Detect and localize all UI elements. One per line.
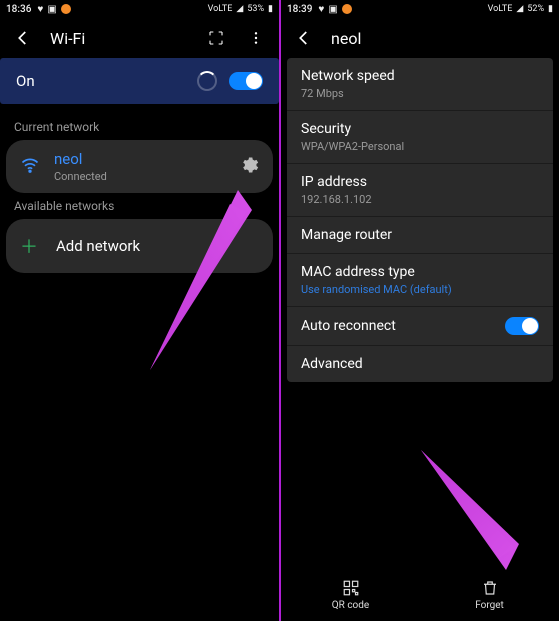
qr-code-label: QR code <box>332 600 369 611</box>
status-left-icons: ♥ ▣ <box>37 4 70 15</box>
detail-key: MAC address type <box>301 264 539 280</box>
scan-button[interactable] <box>203 25 229 51</box>
more-button[interactable] <box>243 25 269 51</box>
chevron-left-icon <box>14 29 32 47</box>
detail-row-speed: Network speed 72 Mbps <box>287 58 553 111</box>
qr-code-button[interactable]: QR code <box>281 569 420 621</box>
network-detail-screen: 18:39 ♥ ▣ VoLTE ◢ 52% ▮ neol Network spe… <box>281 0 559 621</box>
add-network-row[interactable]: ＋ Add network <box>6 219 273 273</box>
back-button[interactable] <box>291 25 317 51</box>
notification-dot-icon <box>342 4 352 14</box>
detail-value: 72 Mbps <box>301 87 539 100</box>
forget-label: Forget <box>475 600 504 611</box>
detail-key: Auto reconnect <box>301 318 493 334</box>
status-time: 18:36 <box>6 4 31 15</box>
detail-row-advanced[interactable]: Advanced <box>287 346 553 382</box>
battery-text: 53% <box>247 4 264 14</box>
auto-reconnect-toggle[interactable] <box>505 317 539 335</box>
scan-icon <box>208 30 224 46</box>
volte-icon: VoLTE <box>208 4 233 14</box>
battery-icon: ▮ <box>548 4 553 14</box>
detail-row-ip: IP address 192.168.1.102 <box>287 164 553 217</box>
current-network-card: neol Connected <box>6 140 273 193</box>
loading-spinner-icon <box>197 71 217 91</box>
wifi-master-toggle-row[interactable]: On <box>0 58 279 104</box>
network-details-list: Network speed 72 Mbps Security WPA/WPA2-… <box>287 58 553 382</box>
header: neol <box>281 18 559 58</box>
detail-key: IP address <box>301 174 539 190</box>
heart-icon: ♥ <box>318 4 324 15</box>
picture-icon: ▣ <box>328 4 337 15</box>
wifi-toggle[interactable] <box>229 72 263 90</box>
bottom-action-bar: QR code Forget <box>281 569 559 621</box>
chevron-left-icon <box>295 29 313 47</box>
page-title: Wi-Fi <box>50 29 85 48</box>
wifi-on-label: On <box>16 72 35 90</box>
annotation-arrow-forget <box>411 440 551 590</box>
status-left-icons: ♥ ▣ <box>318 4 351 15</box>
status-time: 18:39 <box>287 4 312 15</box>
network-status: Connected <box>54 170 107 183</box>
status-bar: 18:36 ♥ ▣ VoLTE ◢ 53% ▮ <box>0 0 279 18</box>
detail-row-security: Security WPA/WPA2-Personal <box>287 111 553 164</box>
more-vert-icon <box>248 30 264 46</box>
status-right-icons: VoLTE ◢ 53% ▮ <box>208 4 273 14</box>
trash-icon <box>481 579 499 597</box>
back-button[interactable] <box>10 25 36 51</box>
detail-row-mac[interactable]: MAC address type Use randomised MAC (def… <box>287 254 553 307</box>
current-network-row[interactable]: neol Connected <box>6 140 273 193</box>
volte-icon: VoLTE <box>488 4 513 14</box>
available-networks-label: Available networks <box>0 193 279 219</box>
wifi-icon <box>20 155 40 179</box>
available-networks-card: ＋ Add network <box>6 219 273 273</box>
gear-icon <box>239 155 259 175</box>
detail-key: Advanced <box>301 356 539 372</box>
network-name: neol <box>54 150 107 168</box>
page-title: neol <box>331 29 361 48</box>
current-network-label: Current network <box>0 114 279 140</box>
detail-row-manage-router[interactable]: Manage router <box>287 217 553 254</box>
status-bar: 18:39 ♥ ▣ VoLTE ◢ 52% ▮ <box>281 0 559 18</box>
detail-value: 192.168.1.102 <box>301 193 539 206</box>
forget-button[interactable]: Forget <box>420 569 559 621</box>
picture-icon: ▣ <box>47 4 56 15</box>
wifi-settings-screen: 18:36 ♥ ▣ VoLTE ◢ 53% ▮ Wi-Fi <box>0 0 281 621</box>
signal-icon: ◢ <box>516 4 523 14</box>
network-settings-button[interactable] <box>239 155 259 179</box>
battery-icon: ▮ <box>268 4 273 14</box>
notification-dot-icon <box>61 4 71 14</box>
signal-icon: ◢ <box>236 4 243 14</box>
plus-icon: ＋ <box>20 233 38 259</box>
detail-key: Manage router <box>301 227 539 243</box>
battery-text: 52% <box>527 4 544 14</box>
detail-row-auto-reconnect[interactable]: Auto reconnect <box>287 307 553 346</box>
detail-key: Network speed <box>301 68 539 84</box>
detail-key: Security <box>301 121 539 137</box>
status-right-icons: VoLTE ◢ 52% ▮ <box>488 4 553 14</box>
detail-value-link: Use randomised MAC (default) <box>301 283 539 296</box>
qr-code-icon <box>342 579 360 597</box>
heart-icon: ♥ <box>37 4 43 15</box>
add-network-label: Add network <box>56 237 140 255</box>
detail-value: WPA/WPA2-Personal <box>301 140 539 153</box>
header: Wi-Fi <box>0 18 279 58</box>
